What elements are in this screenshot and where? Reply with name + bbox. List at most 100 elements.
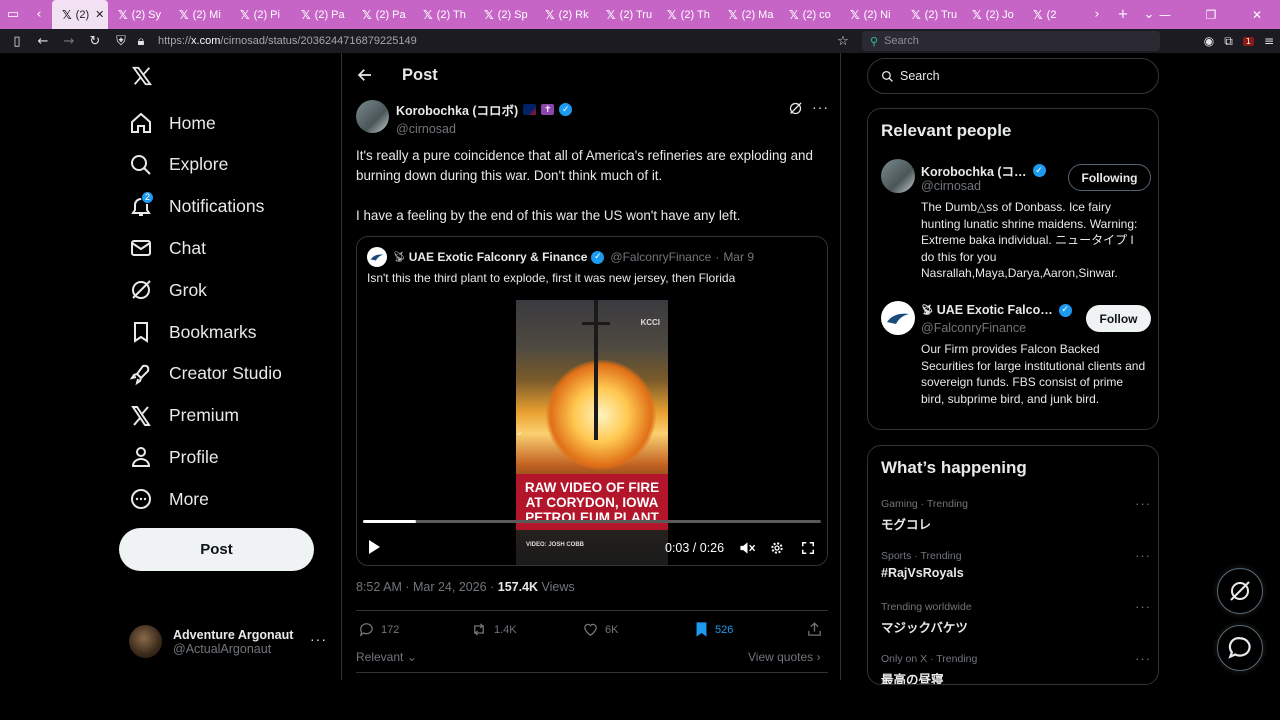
trend-more-icon[interactable]: ···: [1135, 599, 1151, 614]
person-handle[interactable]: @FalconryFinance: [921, 321, 1026, 335]
more-options-icon[interactable]: ···: [812, 99, 829, 115]
browser-tab[interactable]: 𝕏 (2) Pa: [291, 0, 352, 29]
back-icon[interactable]: ←: [30, 29, 56, 53]
browser-search-field[interactable]: ⚲ Search: [862, 31, 1160, 51]
browser-tab[interactable]: 𝕏 (2) Th: [413, 0, 474, 29]
browser-tab[interactable]: 𝕏 (2) Jo: [962, 0, 1023, 29]
menu-icon[interactable]: ≡: [1264, 34, 1274, 48]
falcon-avatar-icon[interactable]: [881, 301, 915, 335]
browser-tab[interactable]: 𝕏 (2) Mi: [169, 0, 230, 29]
extension-badge-icon[interactable]: 1: [1242, 36, 1254, 46]
falcon-avatar-icon[interactable]: [367, 247, 387, 267]
trend-item[interactable]: Gaming · Trending モグコレ ···: [881, 496, 1151, 533]
account-switcher[interactable]: Adventure Argonaut @ActualArgonaut ···: [129, 625, 329, 658]
restore-icon[interactable]: ❐: [1188, 0, 1234, 29]
video-frame[interactable]: KCCI ♪ RAW VIDEO OF FIRE AT CORYDON, IOW…: [516, 300, 668, 565]
close-window-icon[interactable]: ✕: [1234, 0, 1280, 29]
nav-item-profile[interactable]: Profile: [129, 439, 219, 475]
back-arrow-icon[interactable]: [356, 66, 374, 84]
author-name[interactable]: Korobochka (コロボ): [396, 100, 518, 119]
browser-tab[interactable]: 𝕏 (2) Pi: [230, 0, 291, 29]
scroll-tabs-left-icon[interactable]: ‹: [26, 0, 52, 29]
search-input[interactable]: Search: [867, 58, 1159, 94]
browser-tab[interactable]: 𝕏 (2) Rk: [535, 0, 596, 29]
trend-name: 最高の昼寝: [881, 672, 944, 685]
follow-button[interactable]: Follow: [1086, 305, 1151, 332]
trend-more-icon[interactable]: ···: [1135, 548, 1151, 563]
trend-more-icon[interactable]: ···: [1135, 651, 1151, 666]
settings-gear-icon[interactable]: [769, 540, 785, 556]
bookmark-button[interactable]: 526: [694, 621, 733, 638]
browser-tab[interactable]: 𝕏 (2) Ma: [718, 0, 779, 29]
trend-item[interactable]: Sports · Trending #RajVsRoyals ···: [881, 548, 1151, 580]
trend-more-icon[interactable]: ···: [1135, 496, 1151, 511]
post-author[interactable]: Korobochka (コロボ) ✝ ✓ @cirnosad: [356, 100, 573, 136]
browser-tab[interactable]: 𝕏 (2) ✕: [52, 0, 108, 29]
view-quotes-link[interactable]: View quotes ›: [748, 650, 821, 664]
following-button[interactable]: Following: [1068, 164, 1151, 191]
fullscreen-icon[interactable]: [801, 541, 815, 555]
trend-item[interactable]: Trending worldwide マジックバケツ ···: [881, 599, 1151, 636]
browser-tab[interactable]: 𝕏 (2: [1023, 0, 1084, 29]
trend-item[interactable]: Only on X · Trending 最高の昼寝 ···: [881, 651, 1151, 685]
grok-icon[interactable]: [788, 101, 803, 116]
extensions-icon[interactable]: ⧉: [1224, 34, 1233, 49]
avatar[interactable]: [356, 100, 389, 133]
person-handle[interactable]: @cirnosad: [921, 179, 981, 193]
browser-tab[interactable]: 𝕏 (2) Sp: [474, 0, 535, 29]
nav-item-more[interactable]: More: [129, 481, 209, 517]
quoted-author-name[interactable]: UAE Exotic Falconry & Finance: [409, 250, 588, 264]
more-circle-icon: [129, 487, 153, 511]
close-tab-icon[interactable]: ✕: [95, 8, 104, 21]
post-button[interactable]: Post: [119, 528, 314, 571]
play-icon[interactable]: [367, 539, 381, 555]
browser-tab[interactable]: 𝕏 (2) Ni: [840, 0, 901, 29]
video-progress-bar[interactable]: [363, 520, 821, 523]
url-field[interactable]: https://x.com/cirnosad/status/2036244716…: [158, 35, 808, 47]
mute-icon[interactable]: [739, 540, 756, 556]
repost-button[interactable]: 1.4K: [470, 621, 517, 638]
browser-tab[interactable]: 𝕏 (2) Th: [657, 0, 718, 29]
nav-item-creator-studio[interactable]: Creator Studio: [129, 356, 282, 392]
author-handle[interactable]: @cirnosad: [396, 122, 572, 136]
new-tab-icon[interactable]: +: [1110, 0, 1136, 29]
nav-item-grok[interactable]: Grok: [129, 272, 207, 308]
browser-tab[interactable]: 𝕏 (2) co: [779, 0, 840, 29]
nav-item-home[interactable]: Home: [129, 105, 216, 141]
quoted-author-handle[interactable]: @FalconryFinance: [610, 250, 711, 264]
browser-tab[interactable]: 𝕏 (2) Tru: [596, 0, 657, 29]
quoted-post[interactable]: 📡︎ UAE Exotic Falconry & Finance ✓ @Falc…: [356, 236, 828, 566]
nav-item-explore[interactable]: Explore: [129, 147, 228, 183]
browser-tab[interactable]: 𝕏 (2) Sy: [108, 0, 169, 29]
browser-tab[interactable]: 𝕏 (2) Pa: [352, 0, 413, 29]
sidebar-toggle-icon[interactable]: ▯: [4, 29, 30, 53]
reload-icon[interactable]: ↻: [82, 29, 108, 53]
nav-item-notifications[interactable]: 2 Notifications: [129, 189, 264, 225]
browser-tab[interactable]: 𝕏 (2) Tru: [901, 0, 962, 29]
x-logo-icon[interactable]: [131, 65, 153, 87]
person-name[interactable]: UAE Exotic Falco…: [937, 303, 1053, 317]
share-button[interactable]: [806, 621, 829, 638]
minimize-icon[interactable]: —: [1142, 0, 1188, 29]
nav-item-bookmarks[interactable]: Bookmarks: [129, 314, 257, 350]
nav-item-premium[interactable]: Premium: [129, 398, 239, 434]
reply-icon: [359, 623, 373, 637]
account-more-icon[interactable]: ···: [310, 631, 327, 647]
sort-replies-dropdown[interactable]: Relevant ⌄: [356, 650, 417, 664]
forward-icon[interactable]: →: [56, 29, 82, 53]
bookmark-star-icon[interactable]: ☆: [830, 29, 856, 53]
account-icon[interactable]: ◉: [1204, 34, 1214, 48]
chat-fab-button[interactable]: [1217, 625, 1263, 671]
tab-overview-icon[interactable]: ▭: [0, 0, 26, 29]
nav-item-label: Chat: [169, 237, 206, 258]
grok-fab-button[interactable]: [1217, 568, 1263, 614]
post-timestamp[interactable]: 8:52 AM · Mar 24, 2026 ·: [356, 580, 494, 594]
person-name[interactable]: Korobochka (コ…: [921, 161, 1027, 180]
scroll-tabs-right-icon[interactable]: ›: [1084, 0, 1110, 29]
avatar[interactable]: [881, 159, 915, 193]
reply-button[interactable]: 172: [358, 621, 399, 638]
nav-item-chat[interactable]: Chat: [129, 230, 206, 266]
shield-icon[interactable]: ⛨: [108, 29, 134, 53]
video-player[interactable]: KCCI ♪ RAW VIDEO OF FIRE AT CORYDON, IOW…: [357, 293, 827, 565]
like-button[interactable]: 6K: [582, 621, 618, 638]
